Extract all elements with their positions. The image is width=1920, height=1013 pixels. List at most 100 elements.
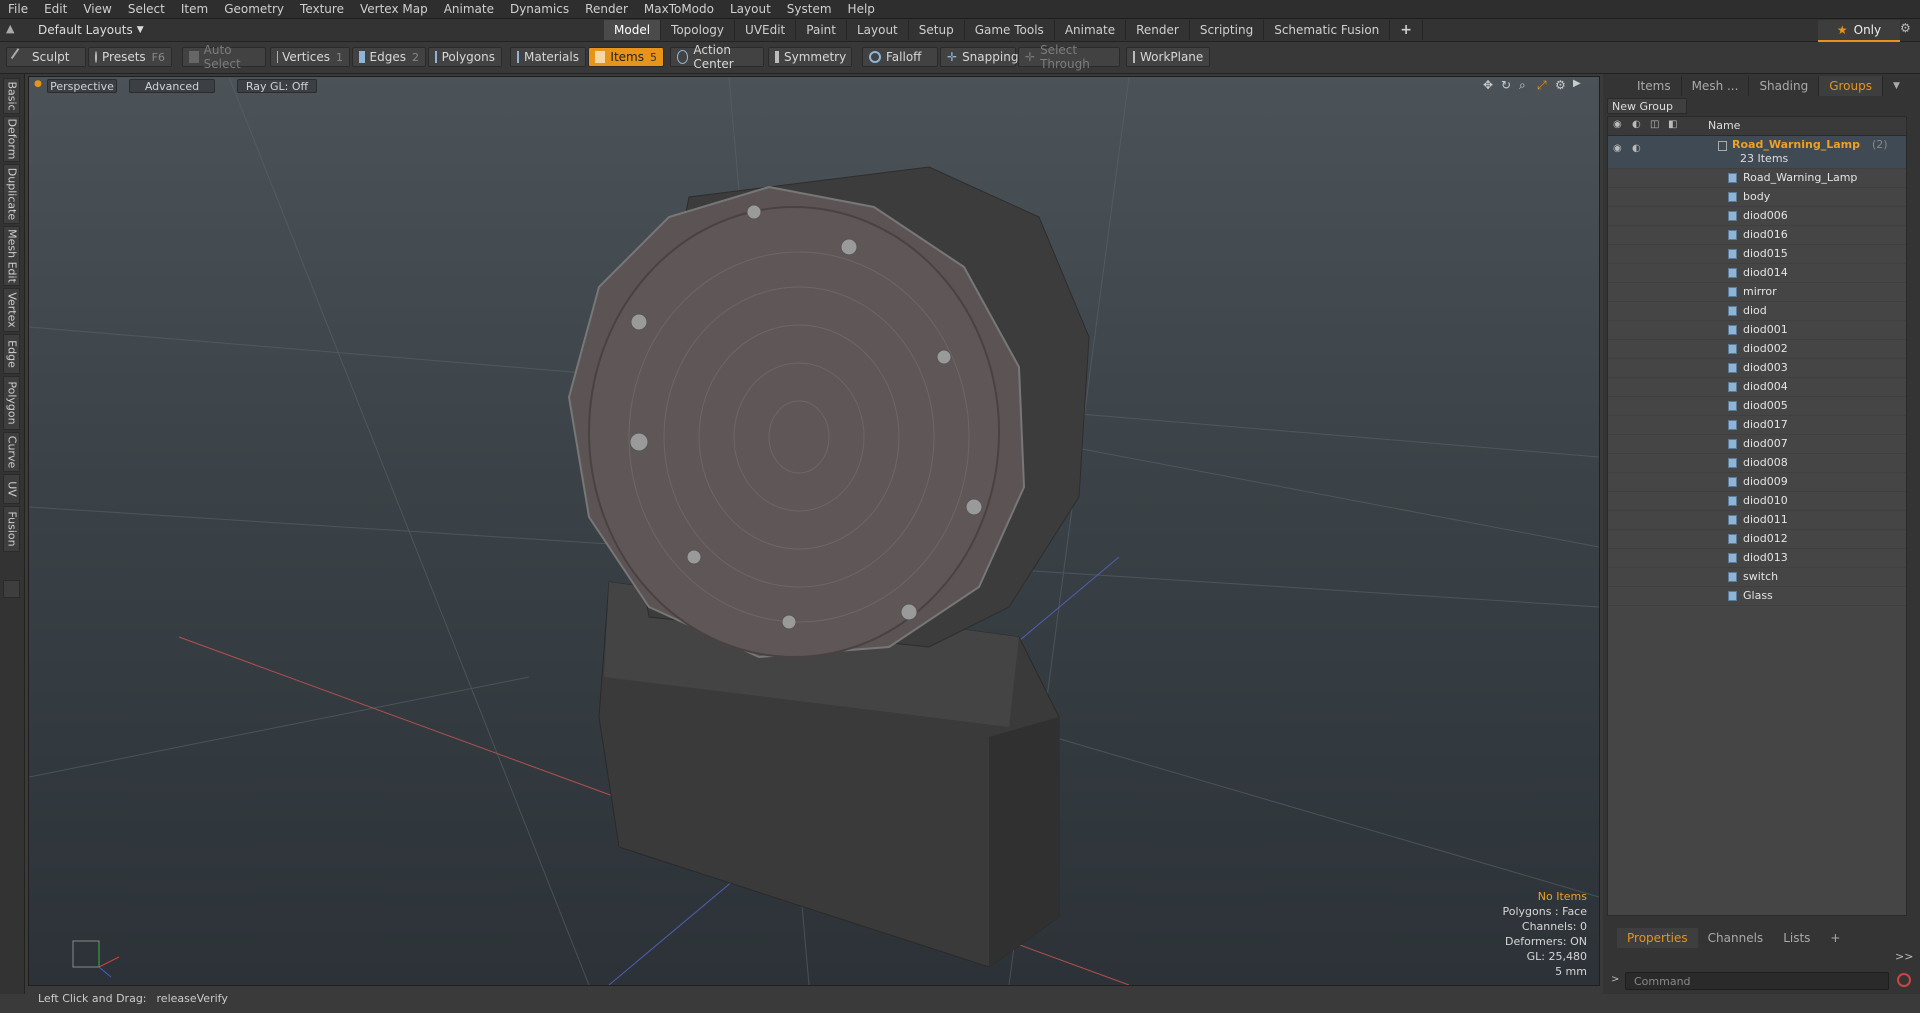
vtab-fusion[interactable]: Fusion	[3, 506, 20, 552]
menu-file[interactable]: File	[0, 0, 36, 18]
only-button[interactable]: ★ Only	[1818, 20, 1900, 42]
menu-vertex-map[interactable]: Vertex Map	[352, 0, 436, 18]
menu-help[interactable]: Help	[840, 0, 883, 18]
presets-button[interactable]: Presets F6	[88, 47, 172, 67]
command-input[interactable]: Command	[1625, 972, 1889, 990]
group-visibility-icon[interactable]: ◉	[1613, 140, 1622, 158]
tree-item-row[interactable]: diod006	[1608, 207, 1906, 226]
tab-animate[interactable]: Animate	[1055, 20, 1127, 40]
tab-items[interactable]: Items	[1627, 76, 1682, 96]
tab-schematic-fusion[interactable]: Schematic Fusion	[1264, 20, 1391, 40]
visibility-icon[interactable]: ◉	[1613, 119, 1622, 130]
tree-item-row[interactable]: diod001	[1608, 321, 1906, 340]
menu-render[interactable]: Render	[577, 0, 636, 18]
layout-dropdown[interactable]: Default Layouts ▼	[14, 22, 144, 38]
falloff-button[interactable]: Falloff	[862, 47, 938, 67]
tree-item-row[interactable]: diod014	[1608, 264, 1906, 283]
snapping-button[interactable]: ✛ Snapping	[940, 47, 1018, 67]
vtab-curve[interactable]: Curve	[3, 432, 20, 472]
tree-item-row[interactable]: diod007	[1608, 435, 1906, 454]
tab-layout[interactable]: Layout	[847, 20, 909, 40]
tab-render[interactable]: Render	[1126, 20, 1190, 40]
tab-mesh[interactable]: Mesh ...	[1682, 76, 1750, 96]
tree-item-row[interactable]: diod017	[1608, 416, 1906, 435]
tree-item-row[interactable]: diod010	[1608, 492, 1906, 511]
vtab-collapse[interactable]	[3, 580, 20, 598]
3d-viewport[interactable]: ● Perspective Advanced Ray GL: Off ✥ ↻ ⌕…	[28, 76, 1600, 986]
symmetry-button[interactable]: Symmetry	[768, 47, 852, 67]
workplane-button[interactable]: WorkPlane	[1126, 47, 1210, 67]
vtab-vertex[interactable]: Vertex	[3, 288, 20, 332]
tree-item-row[interactable]: diod003	[1608, 359, 1906, 378]
tab-game-tools[interactable]: Game Tools	[965, 20, 1055, 40]
tree-item-row[interactable]: switch	[1608, 568, 1906, 587]
vtab-basic[interactable]: Basic	[3, 78, 20, 114]
tab-uvedit[interactable]: UVEdit	[735, 20, 797, 40]
menu-system[interactable]: System	[779, 0, 840, 18]
tree-item-row[interactable]: mirror	[1608, 283, 1906, 302]
tree-item-row[interactable]: diod012	[1608, 530, 1906, 549]
select-through-button[interactable]: ✛ Select Through	[1018, 43, 1120, 71]
menu-edit[interactable]: Edit	[36, 0, 75, 18]
tree-item-row[interactable]: diod	[1608, 302, 1906, 321]
vtab-uv[interactable]: UV	[3, 474, 20, 504]
tree-item-row[interactable]: diod005	[1608, 397, 1906, 416]
tree-item-row[interactable]: Road_Warning_Lamp	[1608, 169, 1906, 188]
tree-item-row[interactable]: Glass	[1608, 587, 1906, 606]
auto-select-button[interactable]: Auto Select	[182, 43, 266, 71]
tree-item-row[interactable]: diod004	[1608, 378, 1906, 397]
action-center-button[interactable]: Action Center	[670, 43, 764, 71]
vtab-duplicate[interactable]: Duplicate	[3, 164, 20, 224]
tree-item-row[interactable]: diod015	[1608, 245, 1906, 264]
tree-item-row[interactable]: diod016	[1608, 226, 1906, 245]
render-icon[interactable]: ◐	[1632, 119, 1641, 130]
polygons-button[interactable]: Polygons	[428, 47, 502, 67]
select-icon[interactable]: ◧	[1668, 119, 1677, 130]
tree-item-row[interactable]: diod009	[1608, 473, 1906, 492]
vtab-deform[interactable]: Deform	[3, 116, 20, 162]
record-icon[interactable]	[1897, 973, 1911, 987]
vertices-button[interactable]: Vertices 1	[270, 47, 350, 67]
add-tab-icon[interactable]: +	[1390, 20, 1424, 40]
group-row[interactable]: ◉ ◐ Road_Warning_Lamp (2) 23 Items	[1608, 136, 1906, 169]
tab-channels[interactable]: Channels	[1698, 928, 1774, 948]
new-group-button[interactable]: New Group	[1607, 98, 1687, 114]
tabs-chevron-down-icon[interactable]: ▼	[1883, 76, 1910, 96]
gear-icon[interactable]: ⚙	[1900, 21, 1911, 35]
tab-model[interactable]: Model	[604, 20, 662, 40]
menu-layout[interactable]: Layout	[722, 0, 779, 18]
materials-button[interactable]: Materials	[510, 47, 586, 67]
lock-icon[interactable]: ◫	[1650, 119, 1659, 130]
tab-properties[interactable]: Properties	[1617, 928, 1698, 948]
menu-select[interactable]: Select	[120, 0, 173, 18]
menu-geometry[interactable]: Geometry	[216, 0, 292, 18]
menu-animate[interactable]: Animate	[436, 0, 502, 18]
menu-dynamics[interactable]: Dynamics	[502, 0, 577, 18]
tab-topology[interactable]: Topology	[661, 20, 736, 40]
tree-item-row[interactable]: diod002	[1608, 340, 1906, 359]
tree-item-row[interactable]: diod013	[1608, 549, 1906, 568]
add-properties-tab-icon[interactable]: +	[1820, 928, 1850, 948]
tab-lists[interactable]: Lists	[1773, 928, 1820, 948]
tree-item-row[interactable]: diod011	[1608, 511, 1906, 530]
tree-item-label: diod012	[1743, 532, 1788, 545]
tab-scripting[interactable]: Scripting	[1190, 20, 1265, 40]
tab-setup[interactable]: Setup	[909, 20, 965, 40]
menu-item[interactable]: Item	[173, 0, 216, 18]
vtab-polygon[interactable]: Polygon	[3, 376, 20, 430]
tab-groups[interactable]: Groups	[1819, 76, 1883, 96]
vtab-edge[interactable]: Edge	[3, 334, 20, 374]
expand-icon[interactable]: >>	[1895, 950, 1913, 963]
vtab-mesh-edit[interactable]: Mesh Edit	[3, 226, 20, 286]
tab-shading[interactable]: Shading	[1749, 76, 1820, 96]
edges-button[interactable]: Edges 2	[352, 47, 426, 67]
sculpt-button[interactable]: Sculpt	[6, 47, 86, 67]
group-render-icon[interactable]: ◐	[1632, 140, 1641, 158]
menu-texture[interactable]: Texture	[292, 0, 352, 18]
menu-view[interactable]: View	[75, 0, 119, 18]
tree-item-row[interactable]: diod008	[1608, 454, 1906, 473]
tree-item-row[interactable]: body	[1608, 188, 1906, 207]
tab-paint[interactable]: Paint	[796, 20, 847, 40]
menu-maxtomodo[interactable]: MaxToModo	[636, 0, 722, 18]
items-button[interactable]: Items 5	[588, 47, 664, 67]
